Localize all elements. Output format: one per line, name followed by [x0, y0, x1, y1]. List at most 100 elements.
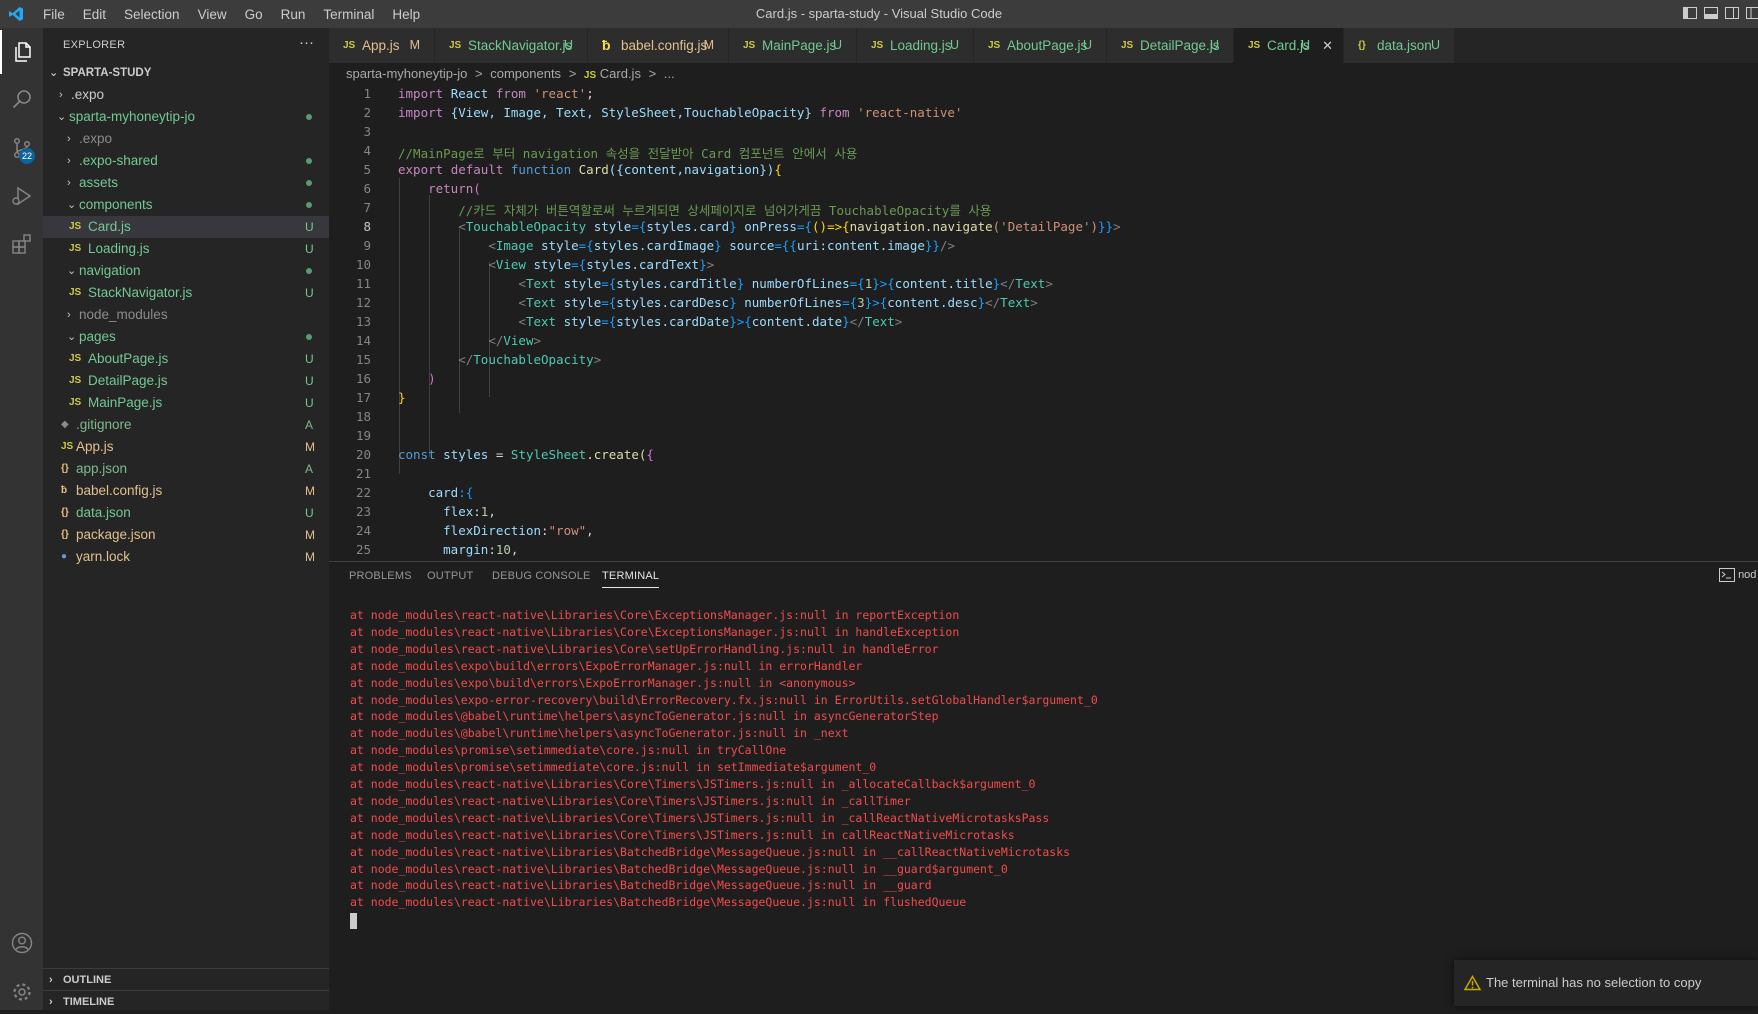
file-detailpage-js[interactable]: JSDetailPage.jsU — [43, 370, 329, 392]
line-number: 23 — [329, 504, 371, 519]
tab-card-js[interactable]: JSCard.jsU✕ — [1234, 28, 1344, 63]
customize-layout-icon[interactable] — [1745, 5, 1758, 21]
folder-node-modules[interactable]: ›node_modules — [43, 304, 329, 326]
breadcrumb: sparta-myhoneytip-jo > components > JS C… — [346, 63, 675, 85]
tab-problems[interactable]: PROBLEMS — [349, 570, 412, 582]
code-line-17: } — [398, 390, 406, 405]
file-babel-config-js[interactable]: ƀbabel.config.jsM — [43, 480, 329, 502]
menu-view[interactable]: View — [189, 7, 236, 22]
toggle-secondary-sidebar-icon[interactable] — [1724, 5, 1740, 21]
tree-item-label: node_modules — [79, 304, 168, 326]
breadcrumb-folder[interactable]: sparta-myhoneytip-jo — [346, 66, 467, 81]
outline-section[interactable]: › OUTLINE — [43, 968, 329, 991]
file-data-json[interactable]: {}data.jsonU — [43, 502, 329, 524]
tab-detailpage-js[interactable]: JSDetailPage.jsU — [1107, 28, 1234, 63]
tree-item-label: Card.js — [88, 216, 131, 238]
git-status-badge: A — [305, 414, 313, 436]
folder-sparta-myhoneytip-jo[interactable]: ⌄sparta-myhoneytip-jo — [43, 106, 329, 128]
terminal-line: at node_modules\expo-error-recovery\buil… — [350, 693, 1098, 707]
search-activity[interactable] — [0, 78, 43, 122]
file-gitignore[interactable]: ◆.gitignoreA — [43, 414, 329, 436]
code-line-5: export default function Card({content,na… — [398, 162, 782, 177]
file-aboutpage-js[interactable]: JSAboutPage.jsU — [43, 348, 329, 370]
tab-aboutpage-js[interactable]: JSAboutPage.jsU — [974, 28, 1107, 63]
toggle-panel-icon[interactable] — [1703, 5, 1719, 21]
terminal-line: at node_modules\react-native\Libraries\C… — [350, 777, 1035, 791]
tab-data-json[interactable]: {}data.jsonU — [1344, 28, 1455, 63]
git-status-badge: U — [305, 348, 314, 370]
tab-mainpage-js[interactable]: JSMainPage.jsU — [729, 28, 857, 63]
notification-toast[interactable]: The terminal has no selection to copy — [1454, 960, 1758, 1006]
code-editor[interactable]: 1234567891011121314151617181920212223242… — [329, 85, 1758, 561]
file-yarn-lock[interactable]: ●yarn.lockM — [43, 546, 329, 568]
tree-item-label: MainPage.js — [88, 392, 162, 414]
workspace-root[interactable]: ⌄ SPARTA-STUDY — [43, 62, 329, 84]
activity-bar: 22 — [0, 28, 43, 1010]
tree-item-label: pages — [79, 326, 116, 348]
file-loading-js[interactable]: JSLoading.jsU — [43, 238, 329, 260]
js-file-icon: JS — [343, 28, 355, 63]
modified-dot-icon — [306, 180, 312, 186]
notification-message: The terminal has no selection to copy — [1486, 960, 1701, 1006]
explorer-activity[interactable] — [0, 30, 45, 74]
tab-stacknavigator-js[interactable]: JSStackNavigator.jsU — [435, 28, 588, 63]
tab-label: AboutPage.js — [1007, 28, 1087, 63]
breadcrumb-subfolder[interactable]: components — [490, 66, 561, 81]
folder-pages[interactable]: ⌄pages — [43, 326, 329, 348]
tree-item-label: App.js — [76, 436, 114, 458]
line-number: 12 — [329, 295, 371, 310]
menu-run[interactable]: Run — [272, 7, 315, 22]
file-package-json[interactable]: {}package.jsonM — [43, 524, 329, 546]
run-debug-activity[interactable] — [0, 174, 43, 218]
modified-dot-icon — [306, 202, 312, 208]
folder-components[interactable]: ⌄components — [43, 194, 329, 216]
chevron-down-icon: ⌄ — [57, 106, 69, 128]
line-number: 24 — [329, 523, 371, 538]
file-card-js[interactable]: JSCard.jsU — [43, 216, 329, 238]
source-control-activity[interactable] — [0, 126, 43, 170]
file-app-js[interactable]: JSApp.jsM — [43, 436, 329, 458]
js-file-icon: JS — [69, 216, 81, 238]
file-stacknavigator-js[interactable]: JSStackNavigator.jsU — [43, 282, 329, 304]
more-actions-button[interactable]: ··· — [299, 34, 314, 51]
breadcrumb-file[interactable]: Card.js — [600, 66, 641, 81]
accounts-activity[interactable] — [0, 921, 43, 965]
folder-expo-shared[interactable]: ›.expo-shared — [43, 150, 329, 172]
git-file-icon: ◆ — [61, 414, 69, 436]
file-app-json[interactable]: {}app.jsonA — [43, 458, 329, 480]
close-icon[interactable]: ✕ — [1322, 28, 1333, 63]
menu-help[interactable]: Help — [383, 7, 429, 22]
tree-item-label: Loading.js — [88, 238, 150, 260]
line-number: 21 — [329, 466, 371, 481]
terminal-line: at node_modules\react-native\Libraries\B… — [350, 845, 1070, 859]
toggle-sidebar-icon[interactable] — [1682, 5, 1698, 21]
menu-edit[interactable]: Edit — [74, 7, 115, 22]
tab-babel-config-js[interactable]: ƀbabel.config.jsM — [588, 28, 729, 63]
tab-loading-js[interactable]: JSLoading.jsU — [857, 28, 974, 63]
folder-navigation[interactable]: ⌄navigation — [43, 260, 329, 282]
chevron-right-icon: › — [67, 304, 79, 326]
menu-go[interactable]: Go — [236, 7, 272, 22]
folder-assets[interactable]: ›assets — [43, 172, 329, 194]
terminal-instance-selector[interactable]: nod — [1719, 568, 1756, 582]
extensions-activity[interactable] — [0, 222, 43, 266]
breadcrumb-more[interactable]: ... — [664, 66, 675, 81]
file-mainpage-js[interactable]: JSMainPage.jsU — [43, 392, 329, 414]
js-file-icon: JS — [584, 70, 596, 81]
tab-terminal[interactable]: TERMINAL — [602, 570, 659, 588]
folder-expo[interactable]: ›.expo — [43, 84, 329, 106]
tree-item-label: yarn.lock — [76, 546, 130, 568]
code-line-9: <Image style={styles.cardImage} source={… — [398, 238, 955, 253]
menu-file[interactable]: File — [34, 7, 74, 22]
tab-label: StackNavigator.js — [468, 28, 572, 63]
folder-expo[interactable]: ›.expo — [43, 128, 329, 150]
code-line-10: <View style={styles.cardText}> — [398, 257, 714, 272]
breadcrumb-separator: > — [649, 66, 657, 81]
js-file-icon: JS — [988, 28, 1000, 63]
menu-selection[interactable]: Selection — [115, 7, 189, 22]
tab-app-js[interactable]: JSApp.jsM — [329, 28, 435, 63]
tab-debug-console[interactable]: DEBUG CONSOLE — [492, 570, 591, 582]
tab-output[interactable]: OUTPUT — [427, 570, 473, 582]
menu-terminal[interactable]: Terminal — [314, 7, 383, 22]
manage-activity[interactable] — [0, 970, 43, 1014]
